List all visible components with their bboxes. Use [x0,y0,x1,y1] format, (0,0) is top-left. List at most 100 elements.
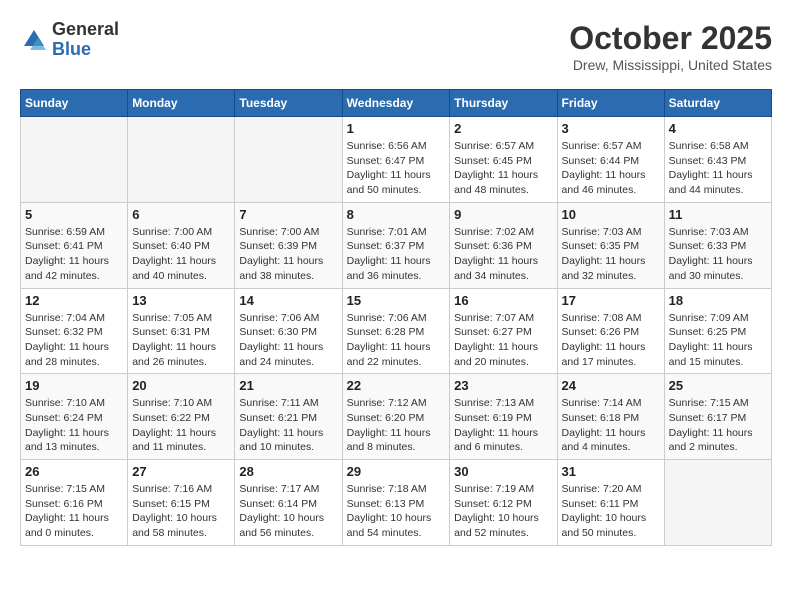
day-number: 21 [239,378,337,393]
day-info: Sunrise: 6:59 AM Sunset: 6:41 PM Dayligh… [25,225,123,284]
day-number: 23 [454,378,552,393]
logo-general-text: General [52,20,119,40]
day-number: 17 [562,293,660,308]
page-header: General Blue October 2025 Drew, Mississi… [20,20,772,73]
day-number: 6 [132,207,230,222]
calendar-week-row: 1 Sunrise: 6:56 AM Sunset: 6:47 PM Daylig… [21,117,772,203]
day-number: 7 [239,207,337,222]
calendar-week-row: 19Sunrise: 7:10 AM Sunset: 6:24 PM Dayli… [21,374,772,460]
day-number: 25 [669,378,767,393]
month-title: October 2025 [569,20,772,57]
day-info: Sunrise: 6:56 AM Sunset: 6:47 PM Dayligh… [347,139,446,198]
title-block: October 2025 Drew, Mississippi, United S… [569,20,772,73]
calendar-cell [128,117,235,203]
day-number: 1 [347,121,446,136]
day-info: Sunrise: 7:00 AM Sunset: 6:39 PM Dayligh… [239,225,337,284]
day-info: Sunrise: 7:14 AM Sunset: 6:18 PM Dayligh… [562,396,660,455]
day-info: Sunrise: 7:20 AM Sunset: 6:11 PM Dayligh… [562,482,660,541]
day-info: Sunrise: 7:12 AM Sunset: 6:20 PM Dayligh… [347,396,446,455]
day-number: 30 [454,464,552,479]
day-number: 22 [347,378,446,393]
calendar-cell: 11Sunrise: 7:03 AM Sunset: 6:33 PM Dayli… [664,202,771,288]
calendar-cell [21,117,128,203]
calendar-cell: 6 Sunrise: 7:00 AM Sunset: 6:40 PM Daylig… [128,202,235,288]
day-number: 9 [454,207,552,222]
logo-text: General Blue [52,20,119,60]
day-of-week-header: Saturday [664,90,771,117]
calendar-cell: 1 Sunrise: 6:56 AM Sunset: 6:47 PM Daylig… [342,117,450,203]
calendar-cell: 3 Sunrise: 6:57 AM Sunset: 6:44 PM Daylig… [557,117,664,203]
day-number: 3 [562,121,660,136]
day-info: Sunrise: 7:05 AM Sunset: 6:31 PM Dayligh… [132,311,230,370]
day-number: 24 [562,378,660,393]
day-number: 11 [669,207,767,222]
day-number: 12 [25,293,123,308]
day-number: 13 [132,293,230,308]
calendar-cell: 5 Sunrise: 6:59 AM Sunset: 6:41 PM Daylig… [21,202,128,288]
day-of-week-header: Tuesday [235,90,342,117]
calendar-cell: 28 Sunrise: 7:17 AM Sunset: 6:14 PM Dayli… [235,460,342,546]
day-of-week-header: Monday [128,90,235,117]
day-info: Sunrise: 6:57 AM Sunset: 6:44 PM Dayligh… [562,139,660,198]
day-info: Sunrise: 7:17 AM Sunset: 6:14 PM Dayligh… [239,482,337,541]
day-info: Sunrise: 7:07 AM Sunset: 6:27 PM Dayligh… [454,311,552,370]
calendar-cell: 26 Sunrise: 7:15 AM Sunset: 6:16 PM Dayli… [21,460,128,546]
calendar-cell: 2 Sunrise: 6:57 AM Sunset: 6:45 PM Daylig… [450,117,557,203]
day-number: 4 [669,121,767,136]
day-number: 27 [132,464,230,479]
day-number: 29 [347,464,446,479]
day-info: Sunrise: 6:57 AM Sunset: 6:45 PM Dayligh… [454,139,552,198]
day-info: Sunrise: 7:16 AM Sunset: 6:15 PM Dayligh… [132,482,230,541]
calendar-cell: 10Sunrise: 7:03 AM Sunset: 6:35 PM Dayli… [557,202,664,288]
calendar-cell: 16 Sunrise: 7:07 AM Sunset: 6:27 PM Dayli… [450,288,557,374]
day-info: Sunrise: 7:00 AM Sunset: 6:40 PM Dayligh… [132,225,230,284]
calendar-cell: 14Sunrise: 7:06 AM Sunset: 6:30 PM Dayli… [235,288,342,374]
calendar-cell: 20Sunrise: 7:10 AM Sunset: 6:22 PM Dayli… [128,374,235,460]
day-info: Sunrise: 7:18 AM Sunset: 6:13 PM Dayligh… [347,482,446,541]
day-number: 5 [25,207,123,222]
day-info: Sunrise: 7:13 AM Sunset: 6:19 PM Dayligh… [454,396,552,455]
calendar-cell: 25 Sunrise: 7:15 AM Sunset: 6:17 PM Dayli… [664,374,771,460]
day-info: Sunrise: 7:06 AM Sunset: 6:30 PM Dayligh… [239,311,337,370]
calendar-cell: 18Sunrise: 7:09 AM Sunset: 6:25 PM Dayli… [664,288,771,374]
calendar-cell: 13 Sunrise: 7:05 AM Sunset: 6:31 PM Dayli… [128,288,235,374]
calendar-cell: 7 Sunrise: 7:00 AM Sunset: 6:39 PM Daylig… [235,202,342,288]
calendar-cell: 23 Sunrise: 7:13 AM Sunset: 6:19 PM Dayli… [450,374,557,460]
day-info: Sunrise: 7:15 AM Sunset: 6:17 PM Dayligh… [669,396,767,455]
day-number: 20 [132,378,230,393]
day-number: 19 [25,378,123,393]
calendar-cell: 22 Sunrise: 7:12 AM Sunset: 6:20 PM Dayli… [342,374,450,460]
day-info: Sunrise: 7:03 AM Sunset: 6:35 PM Dayligh… [562,225,660,284]
calendar-cell: 21Sunrise: 7:11 AM Sunset: 6:21 PM Dayli… [235,374,342,460]
calendar-cell: 12Sunrise: 7:04 AM Sunset: 6:32 PM Dayli… [21,288,128,374]
day-info: Sunrise: 7:19 AM Sunset: 6:12 PM Dayligh… [454,482,552,541]
calendar-cell [235,117,342,203]
calendar-cell: 24 Sunrise: 7:14 AM Sunset: 6:18 PM Dayli… [557,374,664,460]
day-info: Sunrise: 7:06 AM Sunset: 6:28 PM Dayligh… [347,311,446,370]
day-number: 18 [669,293,767,308]
day-number: 26 [25,464,123,479]
day-of-week-header: Thursday [450,90,557,117]
calendar-cell: 4 Sunrise: 6:58 AM Sunset: 6:43 PM Daylig… [664,117,771,203]
day-number: 16 [454,293,552,308]
calendar-cell: 30 Sunrise: 7:19 AM Sunset: 6:12 PM Dayli… [450,460,557,546]
calendar-cell: 19Sunrise: 7:10 AM Sunset: 6:24 PM Dayli… [21,374,128,460]
day-number: 28 [239,464,337,479]
day-number: 15 [347,293,446,308]
calendar-cell: 9Sunrise: 7:02 AM Sunset: 6:36 PM Daylig… [450,202,557,288]
logo-blue-text: Blue [52,40,119,60]
day-number: 8 [347,207,446,222]
day-number: 31 [562,464,660,479]
calendar-cell: 15 Sunrise: 7:06 AM Sunset: 6:28 PM Dayli… [342,288,450,374]
logo: General Blue [20,20,119,60]
calendar-table: SundayMondayTuesdayWednesdayThursdayFrid… [20,89,772,546]
calendar-cell: 27 Sunrise: 7:16 AM Sunset: 6:15 PM Dayli… [128,460,235,546]
day-of-week-header: Sunday [21,90,128,117]
day-number: 2 [454,121,552,136]
calendar-week-row: 26 Sunrise: 7:15 AM Sunset: 6:16 PM Dayli… [21,460,772,546]
day-info: Sunrise: 6:58 AM Sunset: 6:43 PM Dayligh… [669,139,767,198]
day-info: Sunrise: 7:15 AM Sunset: 6:16 PM Dayligh… [25,482,123,541]
calendar-cell: 31 Sunrise: 7:20 AM Sunset: 6:11 PM Dayli… [557,460,664,546]
day-of-week-header: Friday [557,90,664,117]
location: Drew, Mississippi, United States [569,57,772,73]
